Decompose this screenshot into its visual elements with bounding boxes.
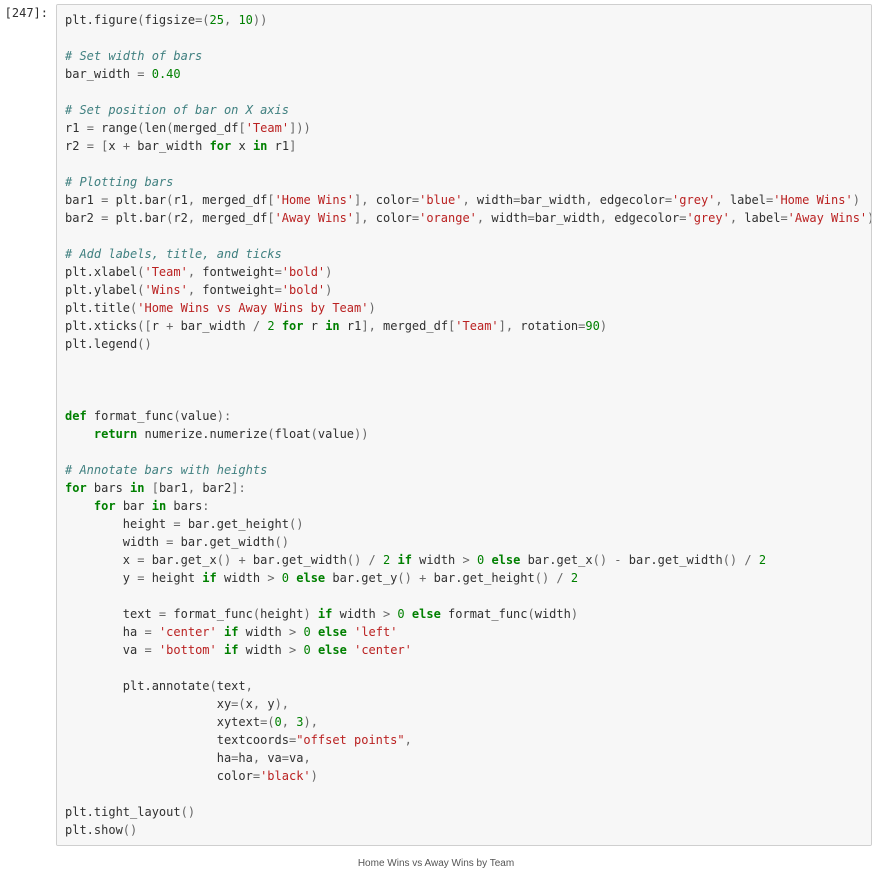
cell-prompt: [247]:: [4, 4, 56, 22]
code-content[interactable]: plt.figure(figsize=(25, 10)) # Set width…: [65, 11, 863, 839]
code-cell: [247]: plt.figure(figsize=(25, 10)) # Se…: [0, 0, 872, 850]
notebook: [247]: plt.figure(figsize=(25, 10)) # Se…: [0, 0, 872, 873]
code-input-area[interactable]: plt.figure(figsize=(25, 10)) # Set width…: [56, 4, 872, 846]
figure-title: Home Wins vs Away Wins by Team: [0, 850, 872, 873]
